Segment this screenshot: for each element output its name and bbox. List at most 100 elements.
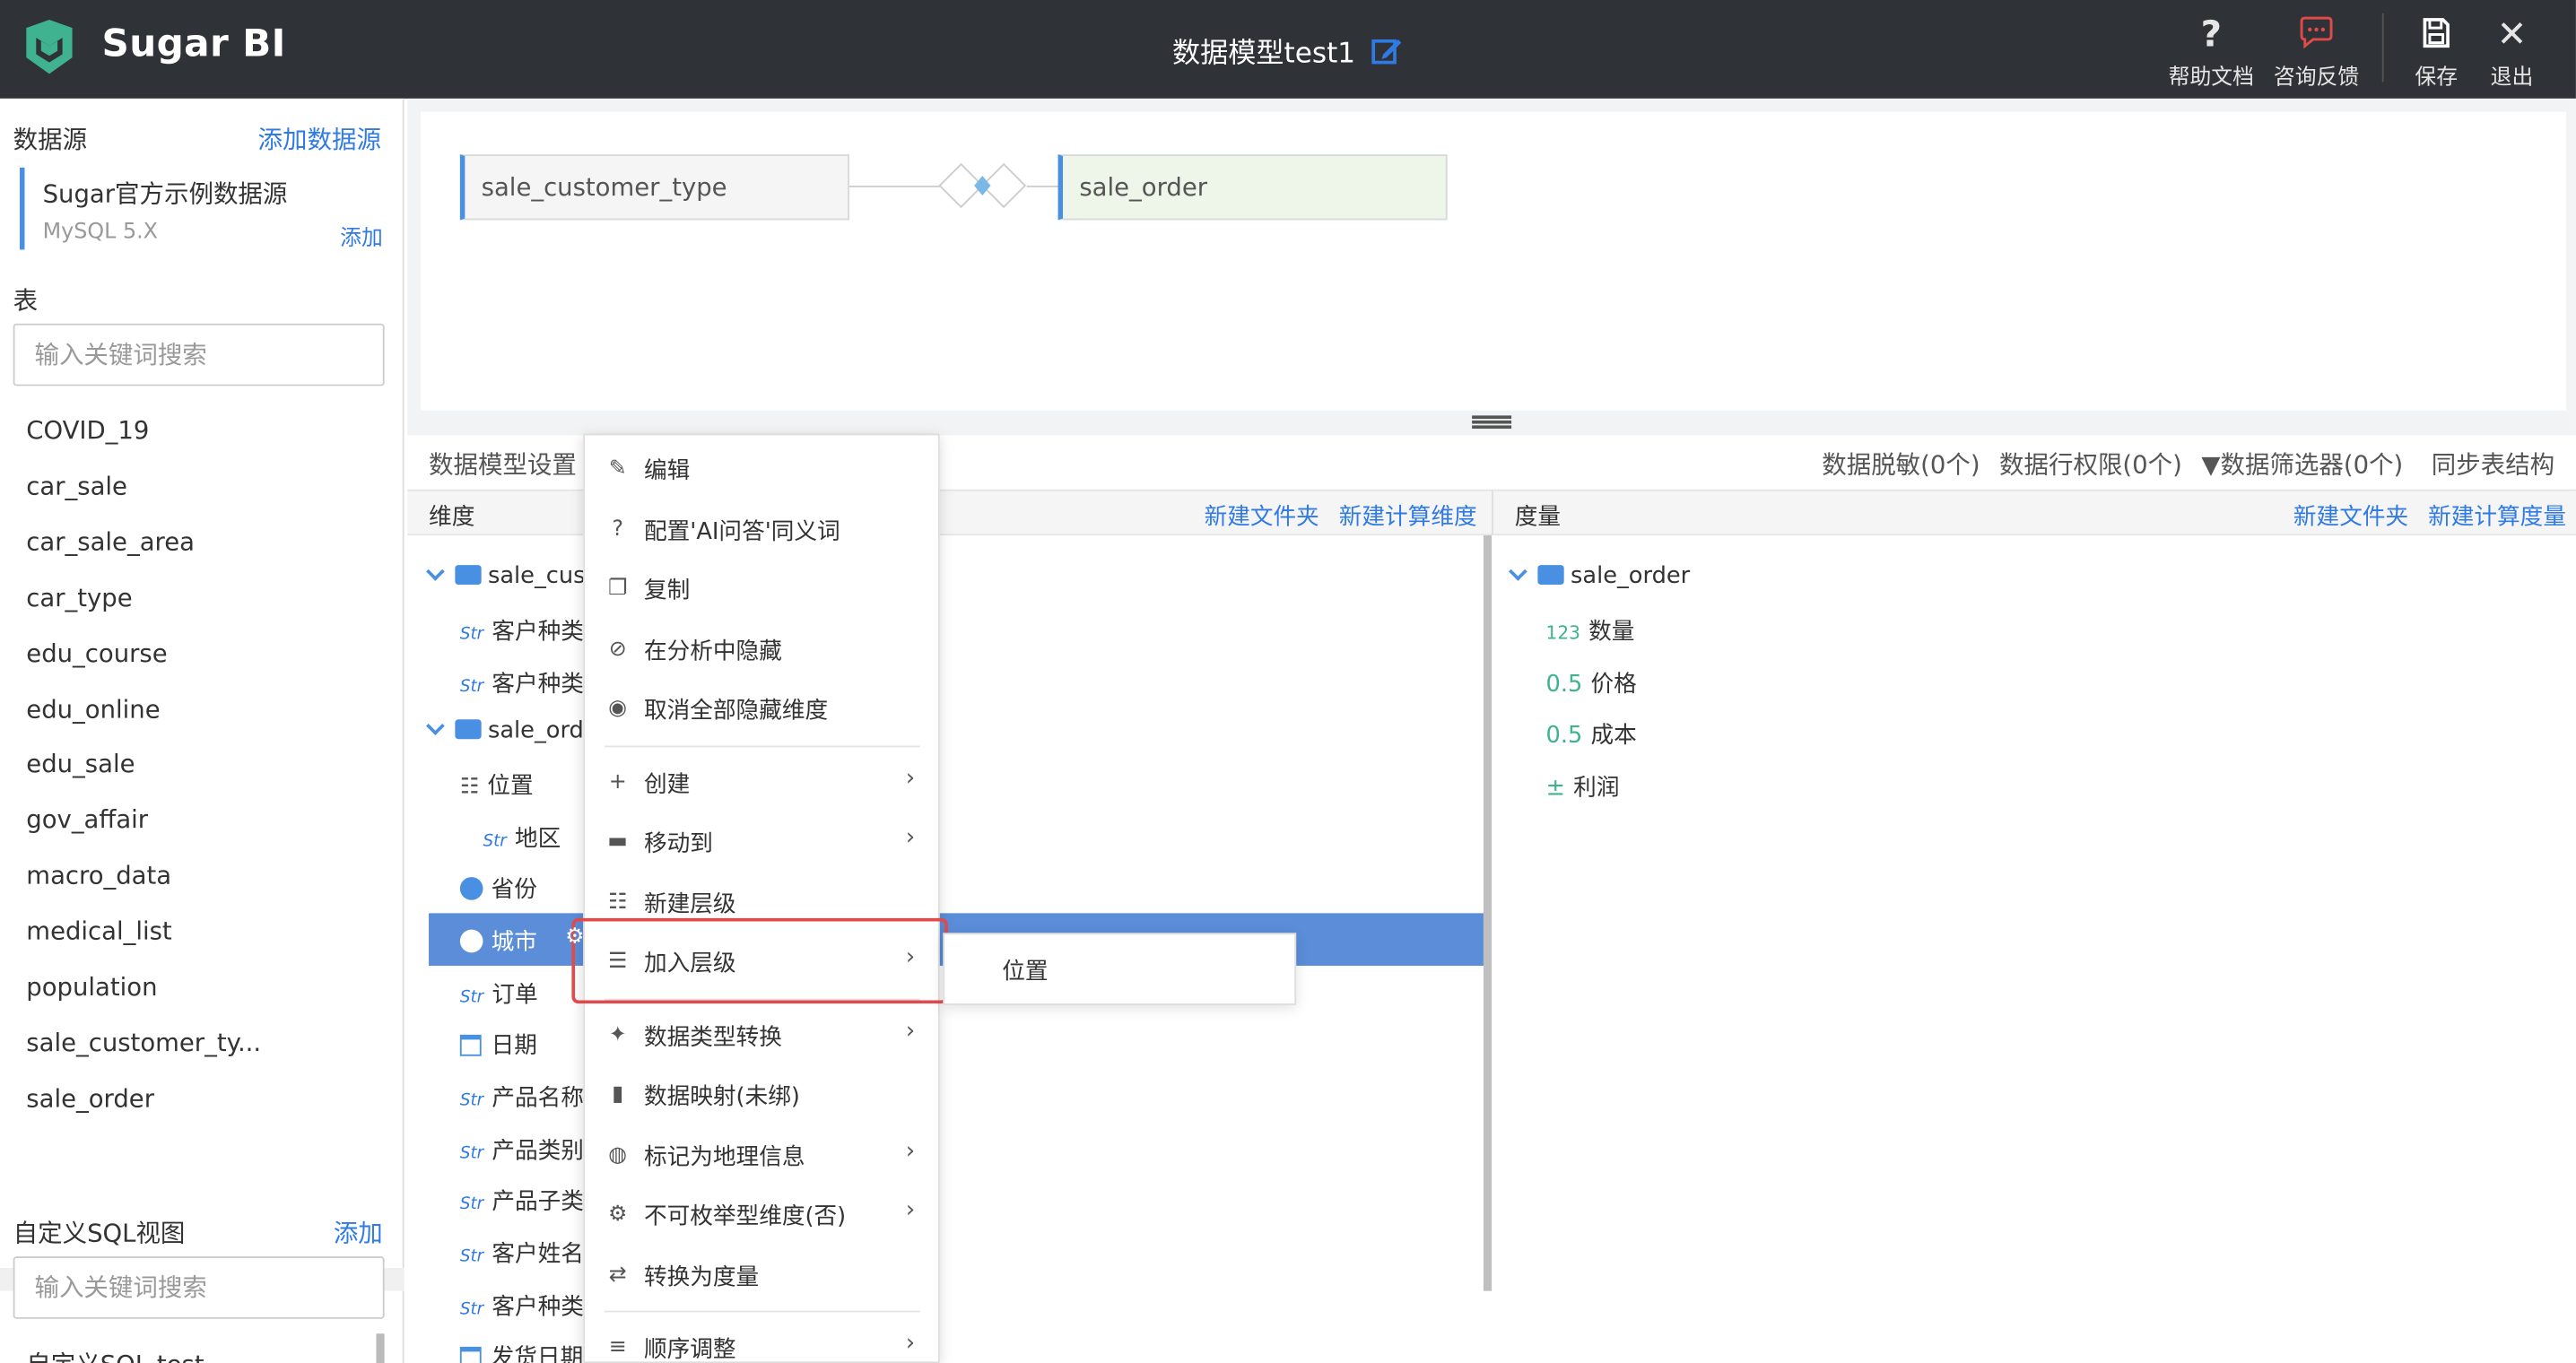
dimension-item[interactable]: Str 产品子类 — [460, 1185, 584, 1220]
dimension-item[interactable]: Str 产品名称 — [460, 1081, 584, 1116]
measure-folder-row[interactable]: sale_order — [1509, 562, 1690, 599]
calendar-icon — [459, 1346, 482, 1363]
table-search-input[interactable]: 输入关键词搜索 — [13, 323, 385, 386]
context-menu-item[interactable]: ✦ 数据类型转换 › — [585, 1011, 938, 1061]
dimension-item[interactable]: ☷ 位置 — [460, 768, 534, 804]
table-item[interactable]: sale_order — [26, 1083, 154, 1116]
chevron-down-icon — [1509, 562, 1527, 581]
context-menu-item[interactable]: ❐ 复制 — [585, 565, 938, 614]
dimension-item[interactable]: Str 客户种类 — [460, 667, 584, 703]
close-icon: ✕ — [2496, 14, 2528, 56]
datasource-name[interactable]: Sugar官方示例数据源 — [43, 176, 288, 210]
help-button[interactable]: ? 帮助文档 — [2165, 15, 2258, 90]
measure-type-icon: 0.5 — [1545, 671, 1583, 698]
exit-button[interactable]: ✕ 退出 — [2484, 14, 2539, 90]
table-item[interactable]: edu_sale — [26, 750, 135, 783]
gear-icon[interactable]: ⚙ — [565, 925, 584, 949]
table-item[interactable]: gov_affair — [26, 805, 148, 838]
eye-icon: ◉ — [608, 696, 628, 722]
sync-structure-link[interactable]: 同步表结构 — [2432, 447, 2554, 481]
new-dim-folder-link[interactable]: 新建文件夹 — [1205, 499, 1319, 533]
context-menu-item[interactable]: ⚙ 不可枚举型维度(否) › — [585, 1191, 938, 1240]
dimension-scrollbar[interactable] — [1483, 535, 1493, 1291]
canvas-resize-handle[interactable] — [1472, 411, 1512, 434]
context-menu-item[interactable]: ✎ 编辑 — [585, 445, 938, 494]
measure-title: 度量 — [1514, 504, 1562, 531]
dimension-item[interactable]: sale_cus — [426, 562, 586, 599]
hierarchy-icon: ☷ — [459, 775, 480, 800]
context-menu-item[interactable]: ≡ 顺序调整 › — [585, 1324, 938, 1363]
context-menu-item[interactable]: ◉ 取消全部隐藏维度 — [585, 685, 938, 734]
datasource-accent — [19, 167, 25, 250]
new-measure-folder-link[interactable]: 新建文件夹 — [2293, 499, 2408, 533]
new-calc-dim-link[interactable]: 新建计算维度 — [1339, 499, 1477, 533]
masking-link[interactable]: 数据脱敏(0个) — [1822, 447, 1980, 481]
dimension-item[interactable]: 省份 — [459, 872, 537, 908]
left-panel: 数据源 添加数据源 Sugar官方示例数据源 MySQL 5.X 添加 表 输入… — [0, 98, 405, 1363]
submenu-item-location[interactable]: 位置 — [1002, 954, 1048, 987]
table-item[interactable]: medical_list — [26, 916, 171, 950]
chevron-right-icon: › — [905, 1197, 916, 1224]
context-menu-item[interactable]: ⇄ 转换为度量 — [585, 1252, 938, 1301]
feedback-button[interactable]: 咨询反馈 — [2270, 16, 2363, 91]
dimension-label: 地区 — [515, 826, 561, 853]
table-item[interactable]: edu_online — [26, 694, 160, 727]
measure-item[interactable]: ± 利润 — [1546, 770, 1620, 806]
new-calc-measure-link[interactable]: 新建计算度量 — [2428, 499, 2566, 533]
sql-search-input[interactable]: 输入关键词搜索 — [13, 1256, 385, 1319]
dimension-item[interactable]: Str 产品类别 — [460, 1133, 584, 1169]
string-type-icon: Str — [459, 1300, 484, 1319]
dimension-item[interactable]: sale_orde — [426, 716, 598, 753]
left-scrollbar[interactable] — [376, 1333, 385, 1363]
dimension-item[interactable]: 城市 — [459, 925, 537, 960]
dimension-item[interactable]: Str 客户种类 — [460, 1289, 584, 1325]
edit-title-icon[interactable] — [1371, 34, 1404, 67]
table-item[interactable]: car_sale — [26, 471, 127, 504]
measure-type-icon: 0.5 — [1545, 723, 1583, 750]
table-item[interactable]: car_type — [26, 583, 132, 616]
add-table-link[interactable]: 添加 — [340, 220, 383, 251]
join-icon[interactable] — [938, 161, 1027, 210]
measure-item[interactable]: 123 数量 — [1546, 614, 1635, 650]
add-datasource-link[interactable]: 添加数据源 — [258, 122, 381, 156]
context-menu-item[interactable]: ◍ 标记为地理信息 › — [585, 1132, 938, 1181]
measure-item[interactable]: 0.5 价格 — [1546, 666, 1637, 702]
context-menu-item[interactable]: ⊘ 在分析中隐藏 — [585, 626, 938, 675]
table-item[interactable]: COVID_19 — [26, 415, 149, 448]
save-label: 保存 — [2415, 65, 2459, 91]
edit-icon: ✎ — [608, 456, 627, 482]
datasource-label: 数据源 — [13, 125, 88, 155]
table-node-left[interactable]: sale_customer_type — [459, 154, 849, 221]
context-menu-item[interactable]: ▬ 移动到 › — [585, 818, 938, 867]
table-item[interactable]: edu_course — [26, 638, 167, 672]
table-item[interactable]: sale_customer_ty... — [26, 1028, 261, 1061]
dimension-item[interactable]: 日期 — [459, 1029, 537, 1064]
dimension-item[interactable]: Str 订单 — [460, 977, 538, 1013]
dimension-item[interactable]: Str 客户姓名 — [460, 1237, 584, 1272]
string-type-icon: Str — [459, 625, 484, 644]
dimension-item[interactable]: Str 客户种类 — [460, 614, 584, 650]
filter-link[interactable]: ▼数据筛选器(0个) — [2201, 447, 2403, 481]
string-type-icon: Str — [459, 1092, 484, 1111]
context-menu-item[interactable]: ▮ 数据映射(未绑) — [585, 1071, 938, 1120]
chat-icon — [2270, 16, 2363, 56]
save-button[interactable]: 保存 — [2408, 16, 2464, 91]
context-menu-label: 配置'AI问答'同义词 — [643, 518, 840, 546]
model-title-text: 数据模型test1 — [1171, 38, 1356, 71]
dimension-label: 客户种类 — [492, 619, 584, 646]
measure-item[interactable]: 0.5 成本 — [1546, 718, 1637, 754]
measure-type-icon: ± — [1545, 775, 1566, 802]
table-item[interactable]: macro_data — [26, 861, 171, 894]
context-menu-label: 转换为度量 — [643, 1264, 760, 1291]
dimension-item[interactable]: 发货日期 — [459, 1341, 583, 1363]
table-item[interactable]: population — [26, 972, 157, 1005]
add-sql-view-link[interactable]: 添加 — [334, 1215, 383, 1249]
context-menu-item[interactable]: ? 配置'AI问答'同义词 — [585, 506, 938, 555]
table-node-right[interactable]: sale_order — [1057, 154, 1448, 221]
filter-icon: ▼ — [2201, 449, 2221, 480]
table-item[interactable]: car_sale_area — [26, 527, 195, 560]
context-menu-item[interactable]: + 创建 › — [585, 759, 938, 808]
row-permission-link[interactable]: 数据行权限(0个) — [1999, 447, 2182, 481]
sql-view-item[interactable]: 自定义SQL test — [26, 1347, 204, 1363]
dimension-item[interactable]: Str 地区 — [483, 821, 561, 857]
